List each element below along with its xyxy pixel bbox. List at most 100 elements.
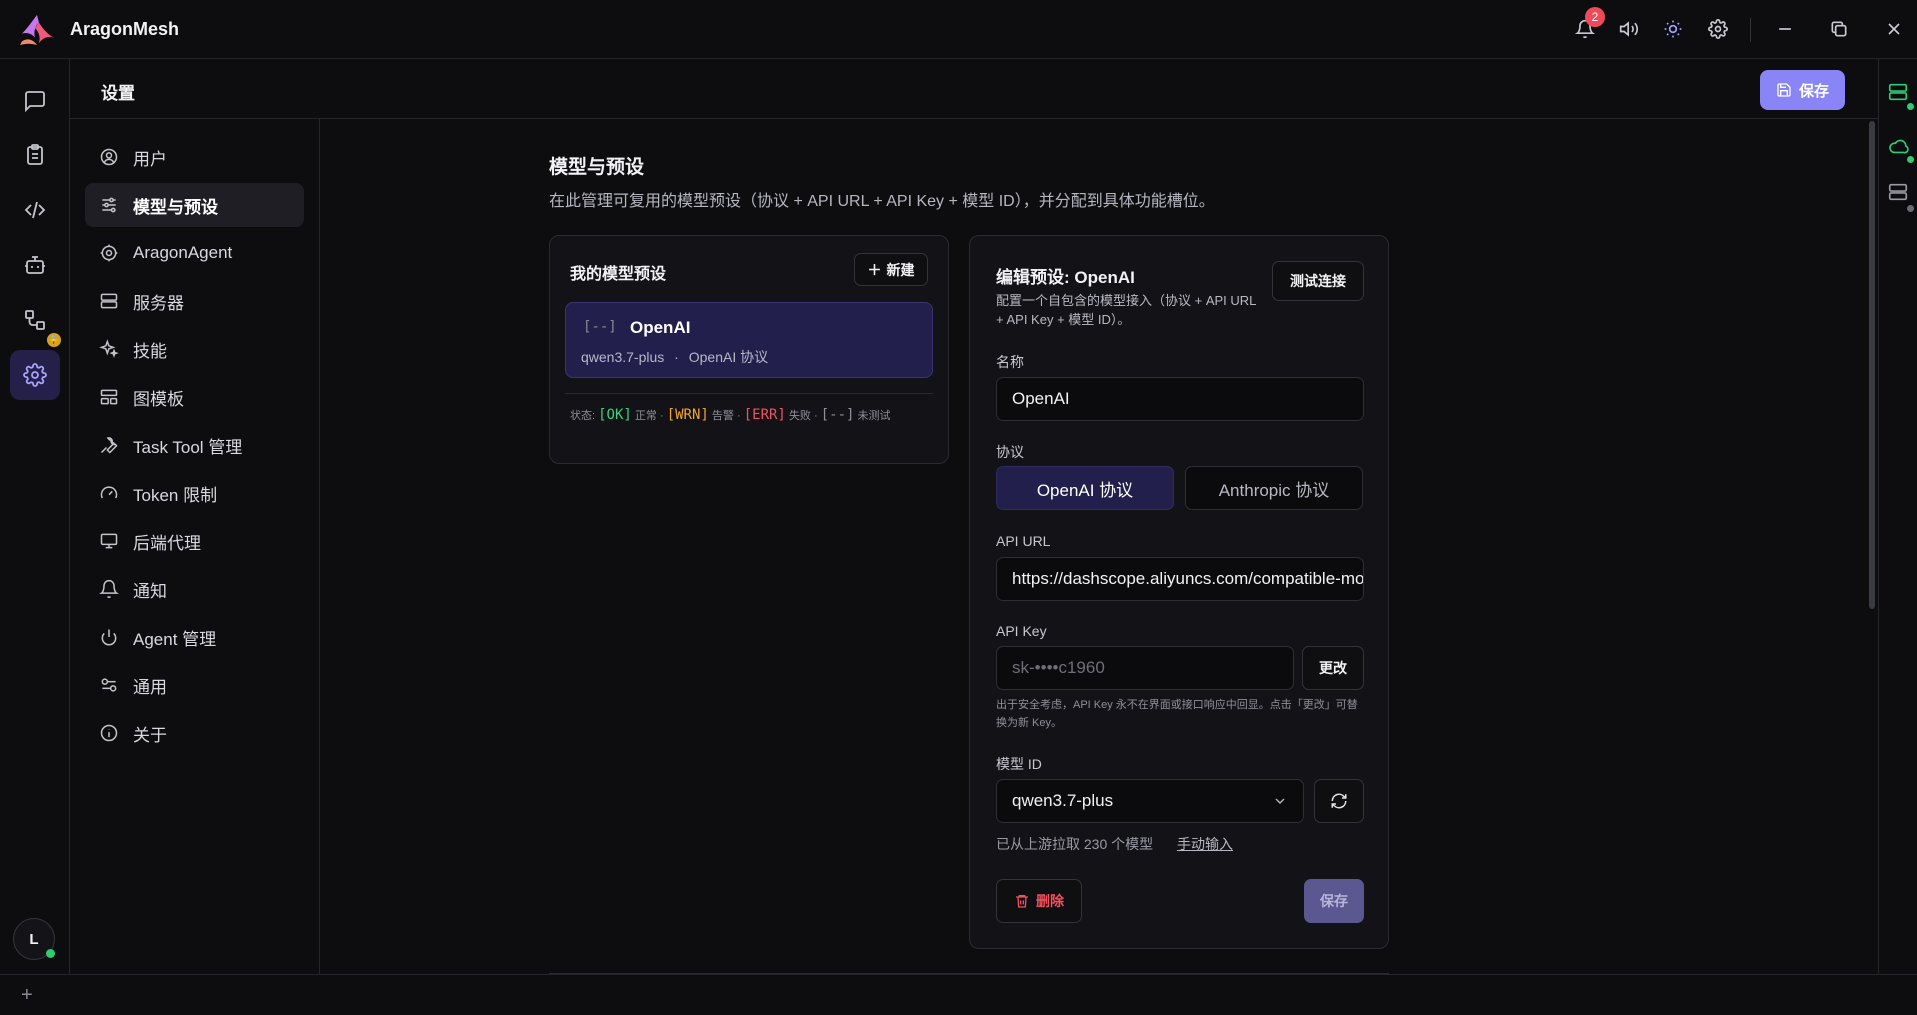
test-connection-button[interactable]: 测试连接 [1272, 261, 1364, 301]
new-preset-label: 新建 [886, 261, 915, 278]
titlebar-separator [1750, 18, 1751, 42]
nav-item-label: 模型与预设 [133, 197, 218, 217]
api-key-input[interactable]: sk-••••c1960 [996, 646, 1294, 690]
nav-item-label: 关于 [133, 725, 167, 745]
power-icon [101, 629, 117, 646]
plus-icon: ＋ [867, 261, 882, 278]
change-key-button[interactable]: 更改 [1302, 646, 1364, 690]
nav-item-label: 技能 [133, 341, 167, 361]
protocol-openai-button[interactable]: OpenAI 协议 [996, 466, 1174, 510]
nav-item-server[interactable]: 服务器 [85, 279, 304, 323]
preset-model: qwen3.7-plus [581, 349, 665, 365]
volume-icon[interactable] [1617, 17, 1641, 41]
models-pulled-text: 已从上游拉取 230 个模型 [996, 836, 1154, 852]
save-icon [1777, 83, 1791, 97]
legend-prefix: 状态: [570, 410, 596, 422]
new-preset-button[interactable]: ＋ 新建 [854, 253, 928, 286]
name-input[interactable]: OpenAI [996, 377, 1364, 421]
nav-item-label: 通用 [133, 677, 167, 697]
legend-err: [ERR] [743, 407, 786, 423]
nav-item-about[interactable]: 关于 [85, 711, 304, 755]
nav-item-label: Task Tool 管理 [133, 437, 243, 457]
preset-protocol: OpenAI 协议 [688, 349, 769, 365]
nav-item-general[interactable]: 通用 [85, 663, 304, 707]
title-bar: AragonMesh 2 [0, 0, 1917, 59]
right-rail [1878, 59, 1917, 974]
delete-label: 删除 [1036, 893, 1064, 909]
scrollbar[interactable] [1869, 121, 1875, 609]
edit-description: 配置一个自包含的模型接入（协议 + API URL + API Key + 模型… [996, 293, 1256, 327]
nav-item-notifications[interactable]: 通知 [85, 567, 304, 611]
nav-item-graph-templates[interactable]: 图模板 [85, 375, 304, 419]
nav-item-backend-proxy[interactable]: 后端代理 [85, 519, 304, 563]
legend-ok: [OK] [598, 407, 632, 423]
nav-item-label: 后端代理 [133, 533, 201, 553]
preset-item-openai[interactable]: [--] OpenAI qwen3.7-plus · OpenAI 协议 [565, 302, 933, 378]
page-title: 设置 [101, 84, 135, 103]
nav-item-user[interactable]: 用户 [85, 135, 304, 179]
settings-nav: 用户 模型与预设 AragonAgent 服务器 技能 图模板 Task Too… [70, 119, 320, 974]
preset-status: [--] [583, 319, 617, 335]
close-icon[interactable] [1882, 17, 1906, 41]
nav-item-token-limit[interactable]: Token 限制 [85, 471, 304, 515]
gear-icon[interactable] [1706, 17, 1730, 41]
legend-unk: [--] [820, 407, 855, 423]
server-offline-icon[interactable] [1887, 181, 1909, 203]
status-dot [1907, 103, 1914, 110]
nav-item-label: Agent 管理 [133, 629, 217, 649]
legend-unk-text: 未测试 [857, 410, 891, 422]
clipboard-icon[interactable] [10, 130, 60, 180]
aragonmesh-logo-icon [20, 14, 54, 46]
sparkles-icon [99, 339, 119, 358]
robot-icon[interactable] [10, 240, 60, 290]
nav-item-agent-management[interactable]: Agent 管理 [85, 615, 304, 659]
legend-ok-text: 正常 [634, 410, 657, 422]
minimize-icon[interactable] [1773, 17, 1797, 41]
agent-gear-icon [100, 244, 118, 262]
api-key-label: API Key [996, 623, 1047, 639]
bell-icon [99, 579, 119, 599]
info-icon [100, 724, 118, 742]
nav-item-label: AragonAgent [133, 243, 233, 262]
nav-item-task-tool[interactable]: Task Tool 管理 [85, 423, 304, 467]
save-preset-button[interactable]: 保存 [1304, 879, 1364, 923]
nav-item-label: 服务器 [133, 293, 184, 313]
server-status-icon[interactable] [1887, 81, 1909, 103]
preset-subtitle: qwen3.7-plus · OpenAI 协议 [581, 347, 768, 367]
plus-icon[interactable]: + [21, 984, 33, 1007]
edit-title: 编辑预设: OpenAI [996, 268, 1135, 287]
edit-preset-card: 编辑预设: OpenAI 配置一个自包含的模型接入（协议 + API URL +… [969, 235, 1389, 949]
nav-item-aragonagent[interactable]: AragonAgent [85, 231, 304, 275]
api-url-input[interactable]: https://dashscope.aliyuncs.com/compatibl… [996, 557, 1364, 601]
status-dot [1907, 156, 1914, 163]
manual-input-link[interactable]: 手动输入 [1177, 834, 1233, 854]
nav-item-label: Token 限制 [133, 485, 218, 505]
wrench-icon [100, 437, 118, 454]
chevron-down-icon [1275, 798, 1285, 804]
gear-icon[interactable] [10, 350, 60, 400]
nav-item-models[interactable]: 模型与预设 [85, 183, 304, 227]
presets-title: 我的模型预设 [570, 266, 667, 283]
nav-item-label: 用户 [133, 149, 167, 169]
api-key-hint: 出于安全考虑，API Key 永不在界面或接口响应中回显。点击「更改」可替换为新… [996, 699, 1358, 729]
refresh-models-button[interactable] [1314, 779, 1364, 823]
delete-preset-button[interactable]: 删除 [996, 879, 1082, 923]
restore-icon[interactable] [1827, 17, 1851, 41]
layout-icon [100, 389, 118, 405]
nav-item-skills[interactable]: 技能 [85, 327, 304, 371]
chat-icon[interactable] [10, 76, 60, 126]
model-id-select[interactable]: qwen3.7-plus [996, 779, 1304, 823]
sun-icon[interactable] [1661, 17, 1685, 41]
header-save-label: 保存 [1798, 82, 1829, 100]
cloud-icon[interactable] [1887, 135, 1909, 157]
api-url-label: API URL [996, 533, 1051, 549]
header-save-button[interactable]: 保存 [1760, 70, 1845, 110]
gauge-icon [100, 486, 118, 499]
bottom-bar: + [0, 974, 1917, 1015]
status-legend: 状态: [OK] 正常 · [WRN] 告警 · [ERR] 失败 · [--]… [570, 406, 930, 426]
refresh-icon [1331, 793, 1347, 809]
protocol-anthropic-button[interactable]: Anthropic 协议 [1185, 466, 1363, 510]
monitor-icon [100, 533, 118, 549]
code-icon[interactable] [10, 185, 60, 235]
trash-icon [1016, 895, 1028, 908]
